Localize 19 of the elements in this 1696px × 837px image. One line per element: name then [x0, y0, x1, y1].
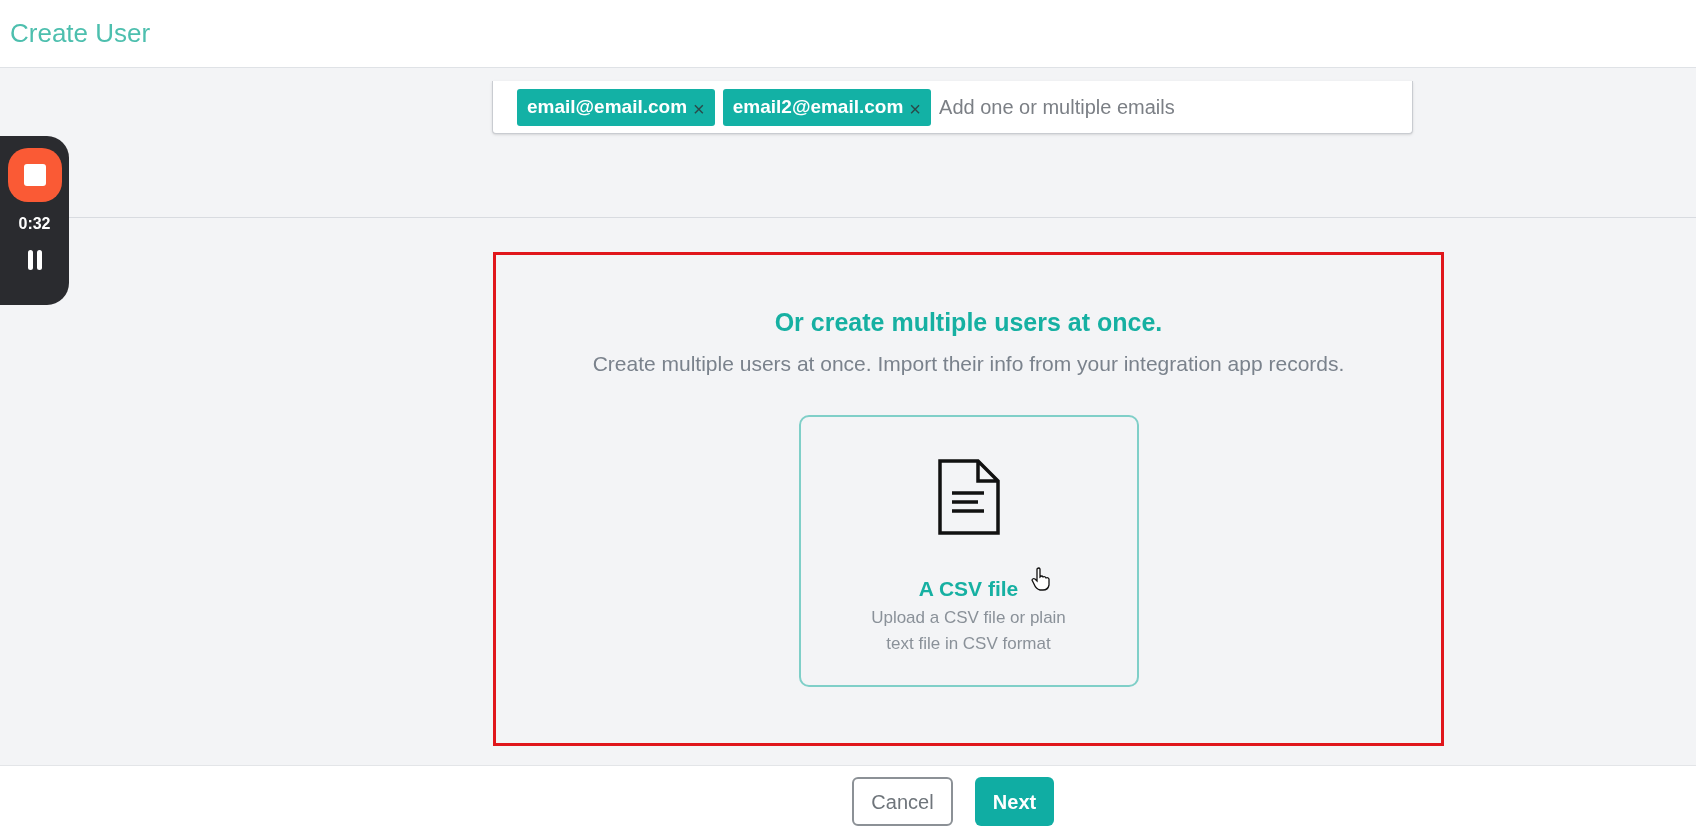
remove-tag-button[interactable]: ×	[693, 99, 705, 119]
section-subtitle: Create multiple users at once. Import their info from your integration app records.	[592, 350, 1345, 377]
pause-icon[interactable]	[25, 250, 44, 270]
remove-tag-button[interactable]: ×	[909, 99, 922, 119]
csv-upload-card[interactable]: A CSV file Upload a CSV file or plain text file in CSV format	[798, 415, 1139, 687]
cancel-button[interactable]: Cancel	[852, 777, 953, 826]
recording-time: 0:32	[18, 214, 51, 234]
stop-button[interactable]	[7, 148, 62, 202]
card-description: Upload a CSV file or plain text file in CSV format	[870, 606, 1067, 655]
email-tag-label: email2@email.com	[732, 94, 904, 119]
email-tag-field[interactable]: email@email.com × email2@email.com × Add one or multiple emails	[492, 81, 1413, 134]
hand-cursor-icon	[1030, 567, 1051, 591]
next-button[interactable]: Next	[975, 777, 1054, 826]
card-title: A CSV file	[918, 576, 1019, 602]
section-title: Or create multiple users at once.	[774, 307, 1163, 338]
document-icon	[937, 459, 1000, 535]
page-title: Create User	[10, 17, 151, 50]
email-tag-label: email@email.com	[527, 94, 688, 119]
email-input-field[interactable]: Add one or multiple emails	[939, 92, 1412, 122]
